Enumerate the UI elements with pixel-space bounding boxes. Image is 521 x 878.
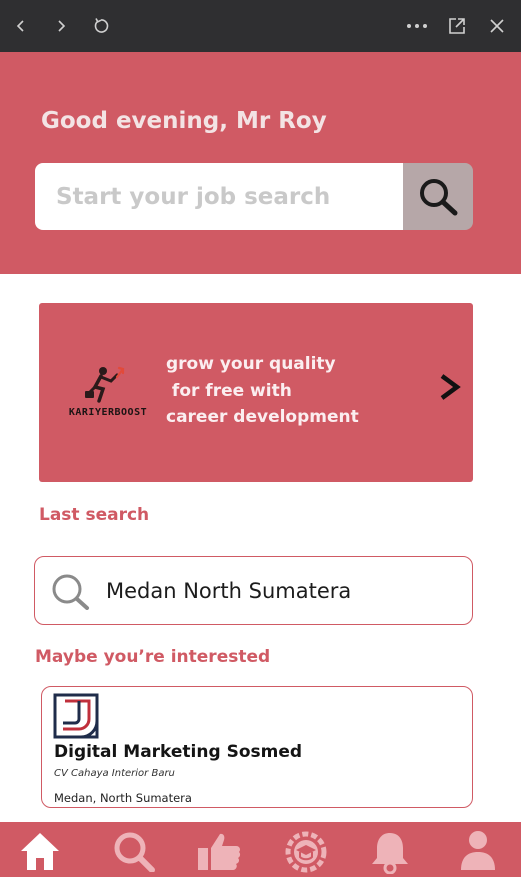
search-icon	[420, 178, 458, 215]
greeting-text: Good evening, Mr Roy	[41, 108, 327, 134]
nav-notifications[interactable]	[368, 830, 412, 878]
search-button[interactable]	[403, 163, 473, 230]
graduation-badge-icon	[285, 831, 327, 873]
open-external-button[interactable]	[445, 14, 469, 38]
more-dots-icon	[407, 24, 427, 28]
nav-profile[interactable]	[458, 830, 498, 878]
nav-recommendations[interactable]	[196, 830, 242, 876]
bottom-navigation	[0, 822, 521, 877]
company-logo-icon	[53, 693, 99, 739]
last-search-item[interactable]: Medan North Sumatera	[34, 556, 473, 625]
banner-line-3: career development	[166, 407, 359, 427]
open-external-icon	[449, 18, 465, 34]
job-search-box[interactable]	[35, 163, 403, 230]
banner-message: grow your quality for free with career d…	[166, 351, 359, 431]
forward-button[interactable]	[49, 14, 73, 38]
more-button[interactable]	[405, 14, 429, 38]
reload-button[interactable]	[89, 14, 113, 38]
job-card[interactable]: Digital Marketing Sosmed CV Cahaya Inter…	[41, 686, 473, 808]
kariyerboost-logo-icon	[85, 366, 125, 403]
chevron-left-icon	[16, 20, 24, 32]
job-company: CV Cahaya Interior Baru	[54, 768, 175, 779]
chevron-right-icon[interactable]	[437, 373, 463, 401]
nav-home[interactable]	[18, 830, 62, 876]
reload-icon	[94, 18, 109, 33]
last-search-query: Medan North Sumatera	[106, 579, 352, 603]
chevron-right-icon	[58, 20, 66, 32]
kariyerboost-logo-text: KARIYERBOOST	[68, 407, 148, 418]
back-button[interactable]	[9, 14, 33, 38]
banner-line-2: for free with	[166, 380, 292, 401]
job-title: Digital Marketing Sosmed	[54, 742, 303, 762]
close-icon	[490, 19, 504, 33]
career-development-banner[interactable]: KARIYERBOOST grow your quality for free …	[39, 303, 473, 482]
banner-line-1: grow your quality	[166, 354, 336, 374]
thumbs-up-icon	[198, 833, 241, 870]
bell-icon	[372, 833, 408, 875]
home-icon	[21, 833, 59, 870]
search-icon	[114, 832, 155, 873]
nav-search[interactable]	[112, 830, 156, 876]
nav-courses[interactable]	[283, 830, 329, 878]
recommended-heading: Maybe you’re interested	[35, 647, 271, 667]
close-button[interactable]	[485, 14, 509, 38]
search-icon	[52, 574, 89, 610]
job-location: Medan, North Sumatera	[54, 791, 192, 805]
job-search-input[interactable]	[54, 182, 388, 211]
person-icon	[461, 831, 495, 870]
last-search-heading: Last search	[39, 505, 150, 525]
browser-toolbar	[0, 0, 521, 52]
